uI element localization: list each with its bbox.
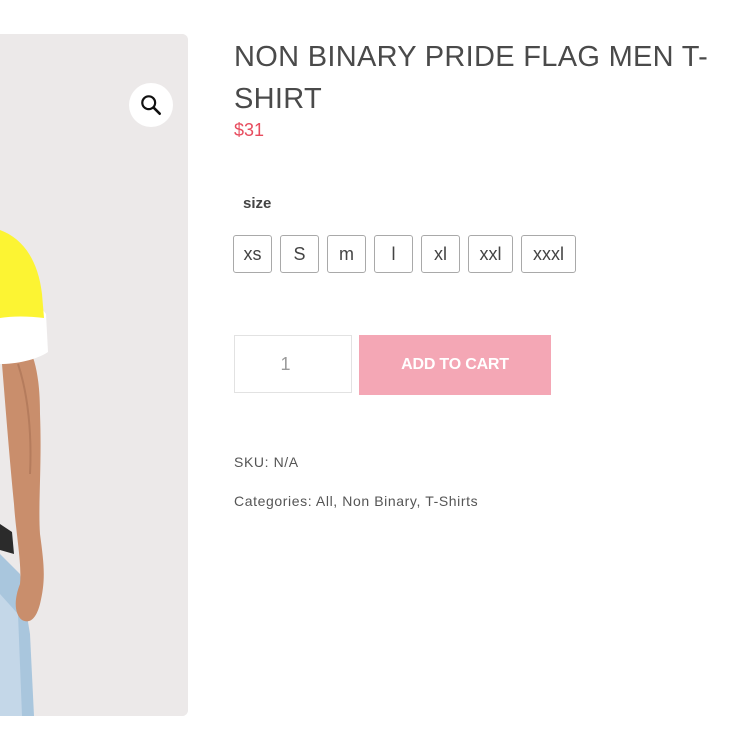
size-option-xs[interactable]: xs [233, 235, 272, 273]
category-link-non-binary[interactable]: Non Binary [342, 493, 416, 509]
size-option-xxxl[interactable]: xxxl [521, 235, 576, 273]
categories-row: Categories: All, Non Binary, T-Shirts [234, 493, 478, 509]
size-option-m[interactable]: m [327, 235, 366, 273]
size-label: size [243, 195, 272, 212]
category-separator: , [416, 493, 426, 509]
product-image[interactable] [0, 34, 188, 716]
size-option-l[interactable]: l [374, 235, 413, 273]
sku-label: SKU: [234, 454, 270, 470]
product-price: $31 [234, 120, 265, 140]
quantity-input[interactable] [234, 335, 352, 393]
size-options: xs S m l xl xxl xxxl [233, 235, 576, 273]
size-option-s[interactable]: S [280, 235, 319, 273]
zoom-button[interactable] [129, 83, 173, 127]
categories-label: Categories: [234, 493, 313, 509]
sku-value: N/A [273, 454, 299, 470]
product-gallery [0, 34, 188, 716]
size-option-xl[interactable]: xl [421, 235, 460, 273]
search-icon [141, 95, 161, 115]
size-option-xxl[interactable]: xxl [468, 235, 513, 273]
category-separator: , [333, 493, 343, 509]
sku-row: SKU: N/A [234, 454, 299, 470]
product-title: NON BINARY PRIDE FLAG MEN T-SHIRT [234, 41, 709, 115]
category-link-all[interactable]: All [316, 493, 333, 509]
category-link-t-shirts[interactable]: T-Shirts [425, 493, 478, 509]
add-to-cart-button[interactable]: ADD TO CART [359, 335, 551, 395]
